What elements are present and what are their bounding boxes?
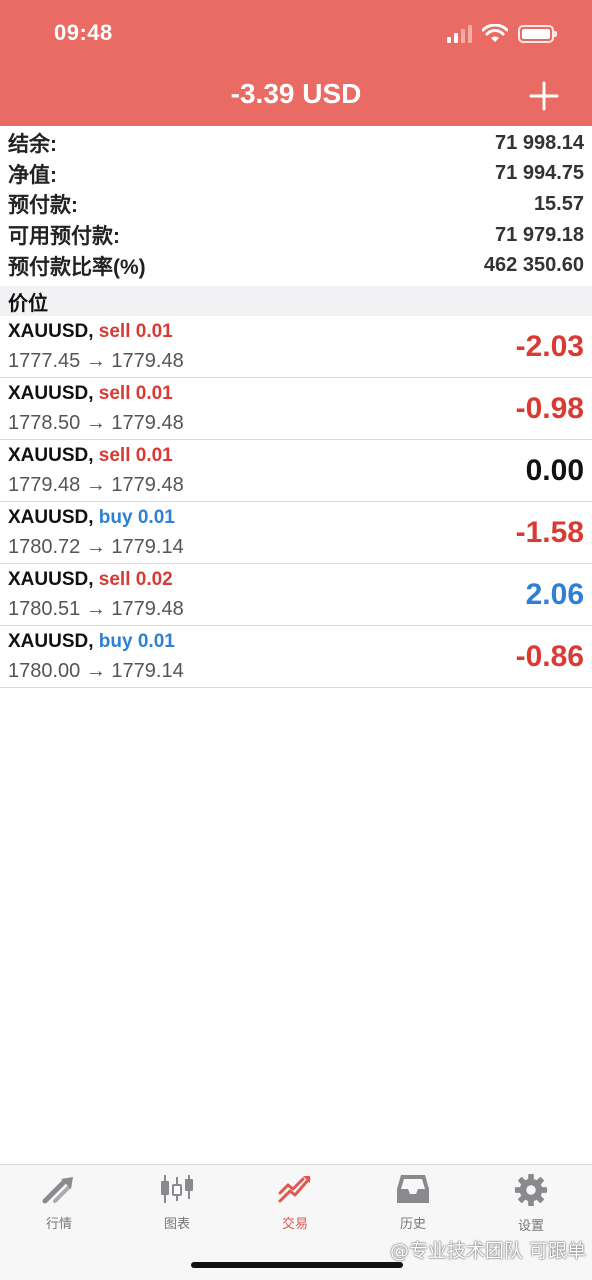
summary-row-margin-level: 预付款比率(%) 462 350.60 [0,250,592,281]
position-profit: -2.03 [515,330,584,363]
position-side: sell 0.02 [98,569,173,590]
tab-label: 设置 [517,1218,544,1233]
position-profit: -0.86 [515,640,584,673]
position-row[interactable]: XAUUSD, sell 0.01 1778.50 → 1779.48 -0.9… [0,378,592,440]
plus-icon[interactable] [526,78,562,114]
chart-icon [161,1175,193,1203]
page-title: -3.39 USD [230,78,362,109]
position-row[interactable]: XAUUSD, sell 0.01 1777.45 → 1779.48 -2.0… [0,316,592,378]
summary-row-margin: 预付款: 15.57 [0,189,592,220]
summary-row-balance: 结余: 71 998.14 [0,128,592,159]
tab-trade[interactable]: 交易 [236,1173,354,1237]
tab-chart[interactable]: 图表 [118,1173,236,1237]
status-time: 09:48 [54,20,113,45]
tab-label: 交易 [281,1216,308,1231]
position-profit: -1.58 [515,516,584,549]
position-prices: 1779.48 → 1779.48 [8,474,184,496]
summary-row-equity: 净值: 71 994.75 [0,159,592,190]
cellular-signal-icon [447,25,472,43]
position-profit: 0.00 [525,454,584,487]
position-side: sell 0.01 [98,445,173,466]
summary-label: 净值: [8,163,57,187]
tab-label: 行情 [45,1216,72,1231]
position-side: buy 0.01 [98,507,175,528]
gear-icon [514,1173,548,1207]
history-icon [397,1175,429,1203]
summary-value: 71 979.18 [495,223,584,246]
tab-label: 图表 [163,1216,190,1231]
header-bar: 09:48 -3.39 USD [0,0,592,126]
position-side: sell 0.01 [98,321,173,342]
position-row[interactable]: XAUUSD, sell 0.02 1780.51 → 1779.48 2.06 [0,564,592,626]
summary-value: 71 998.14 [495,131,584,154]
watermark: @专业技术团队 可跟单 [389,1240,586,1262]
status-icons [447,22,557,46]
position-prices: 1777.45 → 1779.48 [8,350,184,372]
position-symbol: XAUUSD, [8,321,94,342]
home-indicator [191,1262,403,1268]
battery-icon [518,25,557,43]
summary-value: 71 994.75 [495,162,584,185]
summary-label: 预付款: [8,194,78,218]
wifi-icon [482,24,508,42]
summary-value: 462 350.60 [483,254,584,277]
summary-label: 可用预付款: [8,225,120,249]
quotes-icon [42,1177,73,1204]
trade-icon [278,1176,311,1203]
position-symbol: XAUUSD, [8,569,94,590]
position-prices: 1778.50 → 1779.48 [8,412,184,434]
section-header: 价位 [0,286,592,316]
position-prices: 1780.51 → 1779.48 [8,598,184,620]
position-side: sell 0.01 [98,383,173,404]
position-symbol: XAUUSD, [8,631,94,652]
position-symbol: XAUUSD, [8,507,94,528]
position-row[interactable]: XAUUSD, buy 0.01 1780.00 → 1779.14 -0.86 [0,626,592,688]
tab-history[interactable]: 历史 [354,1173,472,1237]
summary-label: 预付款比率(%) [8,255,146,279]
position-symbol: XAUUSD, [8,383,94,404]
position-row[interactable]: XAUUSD, buy 0.01 1780.72 → 1779.14 -1.58 [0,502,592,564]
summary-row-free-margin: 可用预付款: 71 979.18 [0,220,592,251]
position-row[interactable]: XAUUSD, sell 0.01 1779.48 → 1779.48 0.00 [0,440,592,502]
position-profit: -0.98 [515,392,584,425]
position-profit: 2.06 [525,578,584,611]
position-prices: 1780.72 → 1779.14 [8,536,184,558]
tab-quotes[interactable]: 行情 [0,1173,118,1237]
account-summary: 结余: 71 998.14 净值: 71 994.75 预付款: 15.57 可… [0,128,592,281]
position-symbol: XAUUSD, [8,445,94,466]
tab-settings[interactable]: 设置 [472,1173,590,1237]
tab-label: 历史 [399,1216,426,1231]
position-side: buy 0.01 [98,631,175,652]
position-prices: 1780.00 → 1779.14 [8,660,184,682]
summary-label: 结余: [8,133,57,157]
positions-list: XAUUSD, sell 0.01 1777.45 → 1779.48 -2.0… [0,316,592,688]
summary-value: 15.57 [533,192,584,215]
